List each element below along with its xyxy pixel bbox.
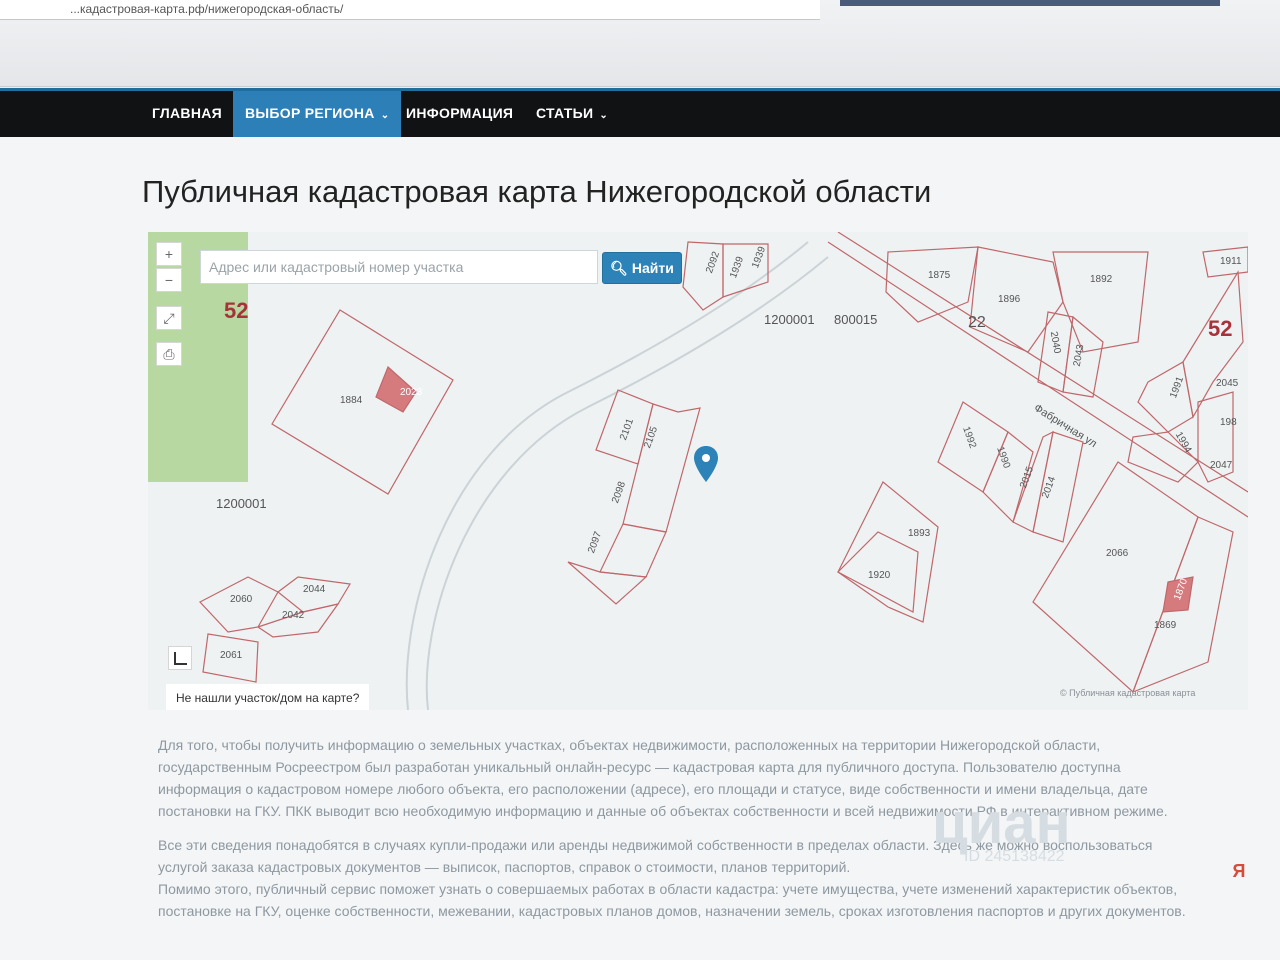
main-navbar: ГЛАВНАЯ ВЫБОР РЕГИОНА ⌄ ИНФОРМАЦИЯ СТАТЬИ… (0, 88, 1280, 137)
nav-info-label: ИНФОРМАЦИЯ (406, 105, 514, 121)
map-attribution: © Публичная кадастровая карта (1060, 688, 1196, 698)
parcel-number: 2023 (400, 387, 423, 398)
parcel-number: 1875 (928, 270, 951, 281)
parcel-number: 1896 (998, 294, 1021, 305)
expand-icon[interactable]: ⤢ (156, 306, 182, 330)
watermark-id: ID 245138422 (964, 848, 1065, 865)
parcel-number: 1892 (1090, 274, 1113, 285)
parcel-number: 2066 (1106, 548, 1129, 559)
quarter-label: 1200001 (764, 312, 815, 327)
zoom-out-button[interactable]: − (156, 268, 182, 292)
parcel-number: 2061 (220, 650, 243, 661)
chevron-down-icon: ⌄ (599, 110, 609, 121)
watermark-logo: циан (932, 791, 1071, 856)
nav-info[interactable]: ИНФОРМАЦИЯ (394, 91, 525, 137)
parcel-number: 1911 (1220, 256, 1242, 267)
zoom-in-label: + (164, 246, 174, 262)
nav-region-label: ВЫБОР РЕГИОНА (245, 105, 375, 121)
nav-home-label: ГЛАВНАЯ (152, 105, 223, 121)
browser-toolbar-strip (840, 0, 1220, 6)
search-input[interactable] (200, 250, 598, 284)
chevron-down-icon: ⌄ (380, 110, 390, 121)
parcel-number: 198 (1220, 417, 1237, 428)
parcel-number: 1884 (340, 395, 363, 406)
zoom-in-button[interactable]: + (156, 242, 182, 266)
nav-articles-label: СТАТЬИ (536, 105, 594, 121)
parcel-number: 1893 (908, 528, 931, 539)
search-icon: 🔍︎ (610, 259, 628, 276)
quarter-label: 1200001 (216, 496, 267, 511)
address-bar[interactable]: ...кадастровая-карта.рф/нижегородская-об… (0, 0, 820, 20)
location-pin-icon[interactable] (694, 446, 718, 482)
paragraph: Помимо этого, публичный сервис поможет у… (158, 881, 1186, 919)
nav-region-select[interactable]: ВЫБОР РЕГИОНА ⌄ (233, 91, 402, 137)
parcel-number: 2060 (230, 594, 253, 605)
region-number: 52 (1208, 316, 1233, 341)
yandex-icon[interactable]: Я (1228, 860, 1250, 882)
select-area-icon[interactable] (168, 646, 192, 670)
parcel-number: 2047 (1210, 460, 1233, 471)
parcel-number: 2042 (282, 610, 305, 621)
search-button[interactable]: 🔍︎ Найти (602, 252, 682, 284)
nav-articles[interactable]: СТАТЬИ ⌄ (524, 91, 620, 137)
page-title: Публичная кадастровая карта Нижегородско… (142, 174, 932, 209)
region-number: 52 (224, 298, 249, 323)
nav-home[interactable]: ГЛАВНАЯ (140, 91, 234, 137)
quarter-label: 800015 (834, 312, 878, 327)
not-found-link[interactable]: Не нашли участок/дом на карте? (166, 684, 370, 710)
parcel-number: 1869 (1154, 620, 1177, 631)
browser-chrome: ...кадастровая-карта.рф/нижегородская-об… (0, 0, 1280, 87)
parcel-number: 1920 (868, 570, 891, 581)
parcel-number: 2045 (1216, 378, 1239, 389)
parcel-number: 2044 (303, 584, 326, 595)
zoom-out-label: − (164, 272, 174, 288)
quarter-label: 22 (968, 314, 986, 331)
print-icon[interactable]: ⎙ (156, 342, 182, 366)
search-button-label: Найти (631, 259, 674, 276)
cadastral-map[interactable]: + − ⤢ ⎙ 🔍︎ Найти 52 52 1200001 1200001 8… (148, 232, 1248, 710)
address-bar-url: ...кадастровая-карта.рф/нижегородская-об… (70, 2, 344, 16)
